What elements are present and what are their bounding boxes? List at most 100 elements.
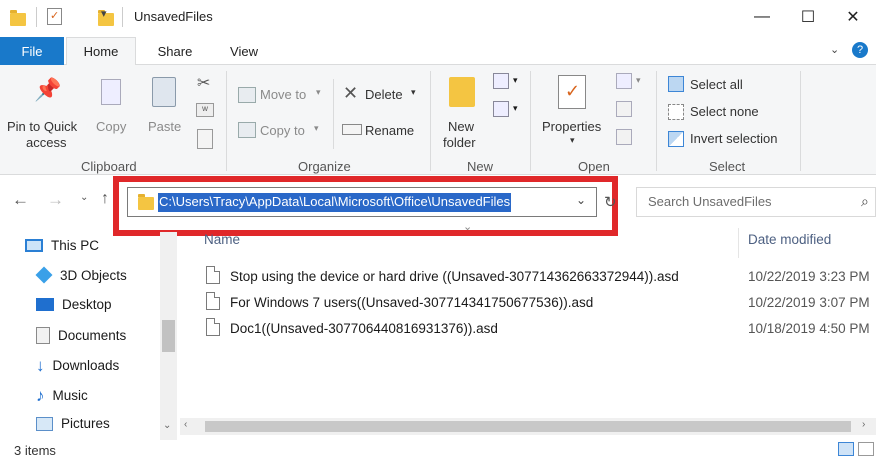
file-name: For Windows 7 users((Unsaved-30771434175… — [230, 294, 594, 310]
file-row[interactable]: Stop using the device or hard drive ((Un… — [204, 264, 876, 288]
properties-label: Properties — [542, 119, 602, 134]
ribbon: 📌 Pin to Quick access Copy Paste ✂ w Cli… — [0, 65, 876, 175]
nav-pane-scroll-thumb[interactable] — [162, 320, 175, 352]
collapse-ribbon-icon[interactable]: ⌄ — [830, 43, 839, 56]
edit-icon[interactable] — [616, 101, 632, 117]
group-separator — [430, 71, 431, 171]
tab-share[interactable]: Share — [146, 37, 204, 65]
minimize-button[interactable]: — — [739, 0, 785, 33]
scroll-down-arrow-icon[interactable]: ⌄ — [163, 420, 171, 431]
horizontal-scroll-thumb[interactable] — [205, 421, 851, 432]
file-name: Stop using the device or hard drive ((Un… — [230, 268, 679, 284]
new-group-label: New — [467, 159, 494, 174]
organize-group-label: Organize — [298, 159, 351, 174]
history-icon[interactable] — [616, 129, 632, 145]
file-row[interactable]: For Windows 7 users((Unsaved-30771434175… — [204, 290, 876, 314]
new-folder-label-line1: New — [448, 119, 475, 134]
file-date: 10/22/2019 3:23 PM — [748, 268, 870, 284]
file-date: 10/18/2019 4:50 PM — [748, 320, 870, 336]
select-group-label: Select — [709, 159, 746, 174]
customize-quick-access-icon[interactable]: ▾ — [101, 7, 107, 20]
invert-selection-icon — [668, 131, 684, 147]
up-arrow-icon[interactable]: ↑ — [101, 190, 109, 208]
scroll-left-arrow-icon[interactable]: ‹ — [184, 419, 187, 430]
select-all-label: Select all — [690, 77, 743, 92]
divider — [333, 79, 334, 149]
column-header-name[interactable]: Name — [204, 232, 240, 247]
select-none-label: Select none — [690, 104, 759, 119]
paste-shortcut-icon[interactable] — [197, 129, 213, 149]
rename-icon — [342, 124, 362, 135]
pictures-icon — [36, 416, 53, 431]
divider — [122, 7, 123, 27]
pin-icon: 📌 — [34, 77, 62, 102]
copy-icon — [101, 79, 121, 105]
back-arrow-icon[interactable]: ← — [12, 190, 29, 210]
move-to-label: Move to — [260, 87, 307, 102]
cut-icon[interactable]: ✂ — [197, 73, 210, 93]
desktop-icon — [36, 298, 54, 311]
music-note-icon: ♪ — [36, 386, 45, 405]
invert-selection-label: Invert selection — [690, 131, 778, 146]
tab-home[interactable]: Home — [66, 37, 136, 66]
delete-icon: ✕ — [343, 83, 359, 103]
paste-icon — [152, 77, 176, 107]
large-icons-view-icon[interactable] — [858, 442, 874, 456]
search-box[interactable]: Search UnsavedFiles ⌕ — [636, 187, 876, 217]
nav-item-documents[interactable]: Documents — [36, 327, 126, 344]
group-separator — [530, 71, 531, 171]
file-name: Doc1((Unsaved-307706440816931376)).asd — [230, 320, 498, 336]
chevron-down-icon[interactable]: ▾ — [513, 103, 518, 114]
nav-item-3d-objects[interactable]: 3D Objects — [35, 266, 127, 284]
close-button[interactable]: ✕ — [830, 0, 876, 33]
documents-icon — [36, 327, 50, 344]
nav-item-desktop[interactable]: Desktop — [36, 297, 112, 312]
copy-path-icon[interactable]: w — [196, 103, 214, 117]
title-bar: ✓ ▾ UnsavedFiles — ☐ ✕ — [0, 0, 876, 33]
divider — [36, 7, 37, 27]
cube-icon — [35, 266, 53, 284]
search-icon[interactable]: ⌕ — [861, 193, 869, 210]
refresh-icon[interactable]: ↻ — [604, 193, 617, 211]
new-item-icon[interactable] — [493, 73, 509, 89]
group-separator — [800, 71, 801, 171]
copy-to-icon — [238, 122, 256, 138]
chevron-down-icon: ▾ — [314, 123, 319, 133]
help-icon[interactable]: ? — [852, 42, 868, 58]
properties-icon: ✓ — [558, 75, 586, 109]
tab-view[interactable]: View — [215, 37, 273, 65]
forward-arrow-icon[interactable]: → — [47, 190, 64, 210]
easy-access-icon[interactable] — [493, 101, 509, 117]
nav-item-label: Pictures — [61, 416, 110, 431]
folder-icon — [10, 10, 26, 26]
nav-item-pictures[interactable]: Pictures — [36, 416, 110, 431]
clipboard-group-label: Clipboard — [81, 159, 137, 174]
maximize-button[interactable]: ☐ — [785, 0, 831, 33]
search-input[interactable]: Search UnsavedFiles — [648, 194, 772, 209]
recent-locations-icon[interactable]: ⌄ — [80, 192, 88, 203]
file-icon — [206, 266, 220, 284]
chevron-down-icon[interactable]: ▾ — [636, 75, 641, 86]
nav-item-downloads[interactable]: ↓ Downloads — [36, 357, 119, 374]
group-separator — [656, 71, 657, 171]
chevron-down-icon[interactable]: ▾ — [513, 75, 518, 86]
file-icon — [206, 292, 220, 310]
tab-file[interactable]: File — [0, 37, 64, 65]
file-icon — [206, 318, 220, 336]
properties-quick-access-icon[interactable]: ✓ — [47, 8, 62, 25]
move-to-icon — [238, 87, 256, 103]
chevron-down-icon: ▾ — [316, 87, 321, 97]
file-row[interactable]: Doc1((Unsaved-307706440816931376)).asd 1… — [204, 316, 876, 340]
open-icon[interactable] — [616, 73, 632, 89]
details-view-icon[interactable] — [838, 442, 854, 456]
pin-label-line1: Pin to Quick — [7, 119, 78, 134]
chevron-down-icon: ▾ — [570, 135, 575, 145]
new-folder-label-line2: folder — [443, 135, 476, 150]
nav-item-music[interactable]: ♪ Music — [36, 387, 88, 404]
nav-item-this-pc[interactable]: This PC — [25, 238, 99, 253]
column-header-date-modified[interactable]: Date modified — [748, 232, 831, 247]
copy-label: Copy — [96, 119, 127, 134]
scroll-right-arrow-icon[interactable]: › — [862, 419, 865, 430]
nav-item-label: This PC — [51, 238, 100, 253]
nav-item-label: 3D Objects — [60, 267, 127, 283]
